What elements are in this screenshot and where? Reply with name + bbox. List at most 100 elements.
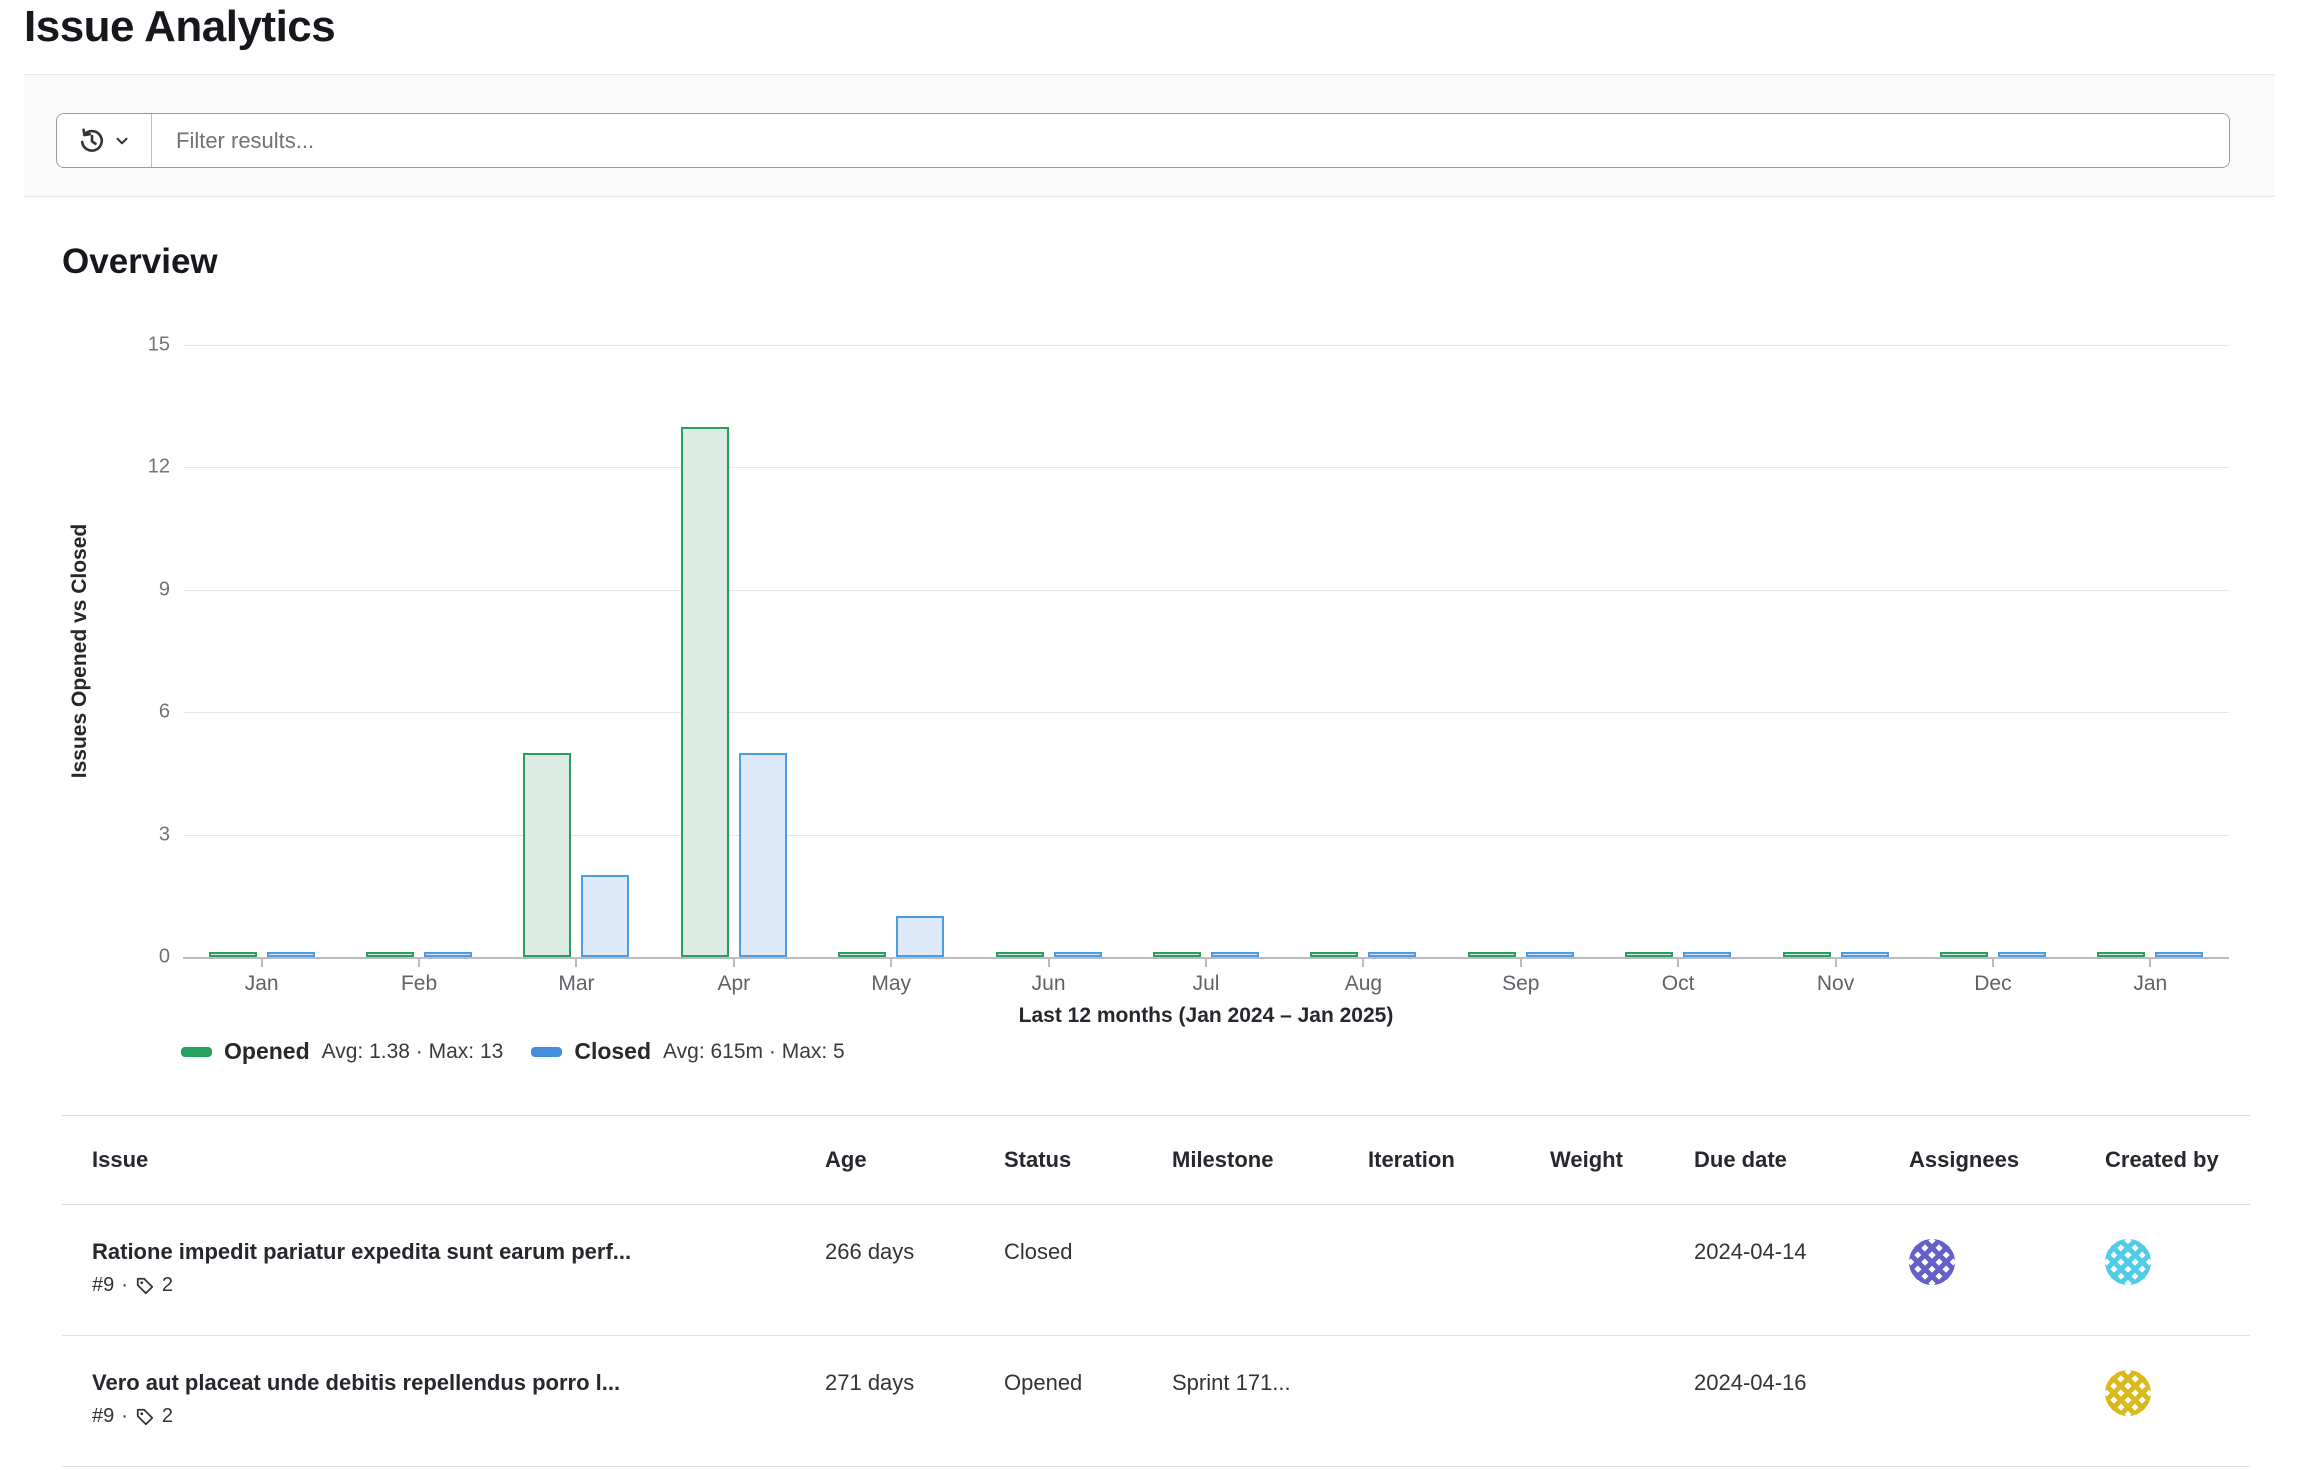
issue-title-link[interactable]: Vero aut placeat unde debitis repellendu… [92, 1370, 620, 1396]
iteration-cell [1338, 1336, 1520, 1466]
opened-bar [1468, 952, 1516, 957]
opened-bar [1310, 952, 1358, 957]
issue-row: Ratione impedit pariatur expedita sunt e… [62, 1205, 2250, 1336]
opened-bar [1783, 952, 1831, 957]
chart-month-label: Apr [674, 972, 794, 996]
issue-analytics-page: Issue Analytics Overview [0, 0, 2312, 1470]
issue-cell: Vero aut placeat unde debitis repellendu… [62, 1336, 795, 1466]
legend-stats: Avg: 1.38 · Max: 13 [322, 1040, 504, 1064]
age-cell: 271 days [795, 1336, 974, 1466]
chart-x-tick [733, 957, 735, 967]
chart-month-label: Sep [1461, 972, 1581, 996]
created-by-cell [2075, 1205, 2250, 1335]
chart-x-tick [2149, 957, 2151, 967]
chart-gridline [183, 590, 2229, 591]
issue-meta: #9·2 [92, 1274, 795, 1297]
author-avatar[interactable] [2105, 1370, 2151, 1416]
issue-reference: #9 [92, 1405, 114, 1428]
assignee-avatar[interactable] [1909, 1239, 1955, 1285]
filter-history-button[interactable] [57, 114, 152, 167]
due-date-cell: 2024-04-16 [1664, 1336, 1879, 1466]
filter-input[interactable] [152, 114, 2229, 167]
milestone-cell: Sprint 171... [1142, 1336, 1338, 1466]
closed-bar [896, 916, 944, 957]
closed-bar [1211, 952, 1259, 957]
opened-bar [523, 753, 571, 957]
chart-y-tick-label: 0 [108, 946, 170, 969]
issue-title-link[interactable]: Ratione impedit pariatur expedita sunt e… [92, 1239, 631, 1265]
opened-bar [2097, 952, 2145, 957]
chart-y-tick-label: 12 [108, 456, 170, 479]
legend-item-closed[interactable]: Closed Avg: 615m · Max: 5 [531, 1038, 844, 1065]
opened-bar [1625, 952, 1673, 957]
column-header-assignees: Assignees [1879, 1116, 2075, 1204]
chart-legend: Opened Avg: 1.38 · Max: 13 Closed Avg: 615m… [181, 1038, 845, 1065]
closed-bar [267, 952, 315, 957]
column-header-due-date: Due date [1664, 1116, 1879, 1204]
due-date-cell: 2024-04-14 [1664, 1205, 1879, 1335]
label-count: 2 [162, 1405, 173, 1428]
closed-bar [1683, 952, 1731, 957]
column-header-iteration: Iteration [1338, 1116, 1520, 1204]
iteration-cell [1338, 1205, 1520, 1335]
assignees-cell [1879, 1336, 2075, 1466]
filter-bar [24, 74, 2275, 197]
chart-y-axis-title: Issues Opened vs Closed [68, 524, 92, 778]
weight-cell [1520, 1336, 1664, 1466]
chart-gridline [183, 712, 2229, 713]
column-header-status: Status [974, 1116, 1142, 1204]
chart-gridline [183, 467, 2229, 468]
chart-gridline [183, 345, 2229, 346]
chart-month-label: Aug [1303, 972, 1423, 996]
closed-bar [1526, 952, 1574, 957]
opened-bar [996, 952, 1044, 957]
status-cell: Opened [974, 1336, 1142, 1466]
closed-bar [2155, 952, 2203, 957]
chart-x-tick [890, 957, 892, 967]
dot-separator: · [121, 1274, 128, 1297]
closed-bar [1841, 952, 1889, 957]
chart-month-label: Jan [2090, 972, 2210, 996]
column-header-weight: Weight [1520, 1116, 1664, 1204]
closed-bar [424, 952, 472, 957]
issues-table-body: Ratione impedit pariatur expedita sunt e… [62, 1205, 2250, 1467]
weight-cell [1520, 1205, 1664, 1335]
column-header-milestone: Milestone [1142, 1116, 1338, 1204]
issues-table: IssueAgeStatusMilestoneIterationWeightDu… [62, 1115, 2250, 1467]
filter-control [56, 113, 2230, 168]
chart-month-label: Dec [1933, 972, 2053, 996]
chart-month-label: Oct [1618, 972, 1738, 996]
chart-y-tick-label: 6 [108, 701, 170, 724]
chart-month-label: Jan [202, 972, 322, 996]
author-avatar[interactable] [2105, 1239, 2151, 1285]
milestone-cell [1142, 1205, 1338, 1335]
chart-y-tick-label: 15 [108, 334, 170, 357]
column-header-created-by: Created by [2075, 1116, 2250, 1204]
chart-x-tick [575, 957, 577, 967]
legend-stats: Avg: 615m · Max: 5 [663, 1040, 845, 1064]
chart-month-label: Feb [359, 972, 479, 996]
closed-bar [739, 753, 787, 957]
chart-y-tick-label: 3 [108, 823, 170, 846]
chart-month-label: Mar [516, 972, 636, 996]
opened-bar [838, 952, 886, 957]
age-cell: 266 days [795, 1205, 974, 1335]
closed-bar [1054, 952, 1102, 957]
chart-x-tick [1992, 957, 1994, 967]
issue-cell: Ratione impedit pariatur expedita sunt e… [62, 1205, 795, 1335]
legend-label: Closed [574, 1038, 651, 1065]
issue-reference: #9 [92, 1274, 114, 1297]
legend-label: Opened [224, 1038, 310, 1065]
issues-table-header: IssueAgeStatusMilestoneIterationWeightDu… [62, 1116, 2250, 1205]
chart-month-label: May [831, 972, 951, 996]
assignees-cell [1879, 1205, 2075, 1335]
chart-x-axis-title: Last 12 months (Jan 2024 – Jan 2025) [183, 1004, 2229, 1028]
overview-heading: Overview [62, 242, 218, 282]
column-header-age: Age [795, 1116, 974, 1204]
chart-x-tick [1835, 957, 1837, 967]
legend-item-opened[interactable]: Opened Avg: 1.38 · Max: 13 [181, 1038, 503, 1065]
chart-x-tick [418, 957, 420, 967]
history-icon [78, 127, 106, 155]
opened-bar [209, 952, 257, 957]
chart-month-label: Nov [1776, 972, 1896, 996]
